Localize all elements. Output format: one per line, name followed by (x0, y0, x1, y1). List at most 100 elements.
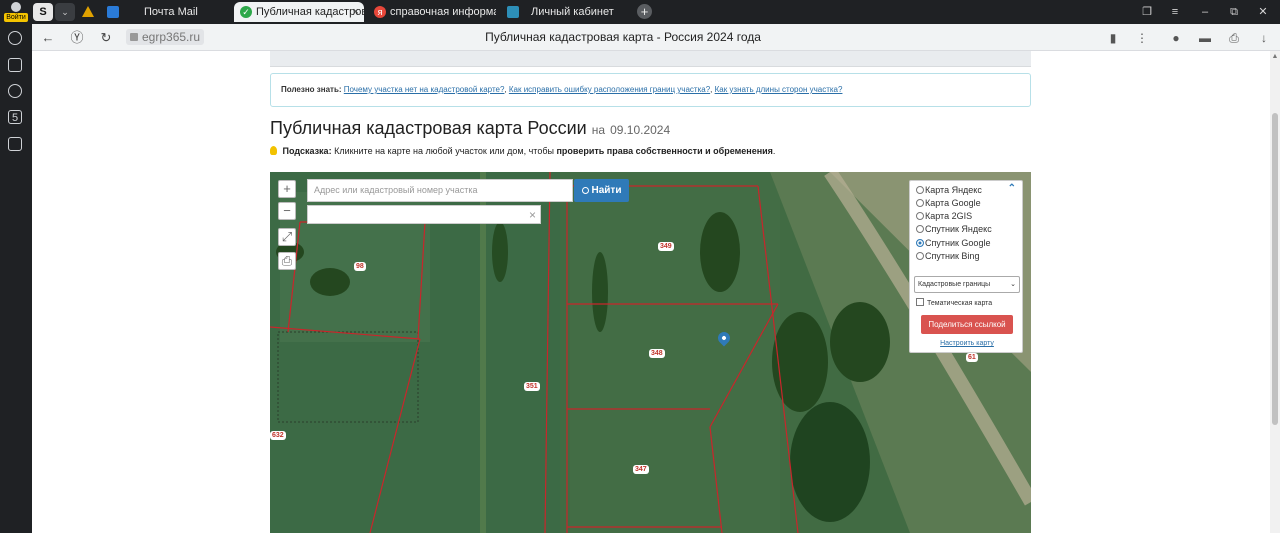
login-label: Войти (4, 13, 28, 22)
plot-label[interactable]: 61 (966, 353, 978, 362)
lightbulb-icon (270, 146, 277, 155)
layer-option[interactable]: Карта 2GIS (916, 210, 972, 223)
extension-icon[interactable]: ● (1168, 30, 1184, 46)
heading-title: Публичная кадастровая карта России (270, 118, 587, 138)
tabs-icon[interactable]: ❐ (1139, 4, 1155, 20)
notes-icon[interactable] (8, 58, 22, 72)
chevron-down-icon[interactable]: ⌄ (55, 3, 75, 21)
fullscreen-icon[interactable]: ⤢ (278, 228, 296, 246)
menu-icon[interactable]: ≡ (1167, 4, 1183, 20)
yandex-home-icon[interactable]: Ⓨ (69, 30, 85, 46)
browser-window: Войти S ⌄ Почта Mail ✓ Публичная кадастр… (0, 0, 1280, 533)
find-button[interactable]: Найти (574, 179, 629, 202)
restore-icon[interactable]: ⧉ (1226, 4, 1242, 20)
tab-reference[interactable]: я справочная информация (372, 2, 496, 22)
back-icon[interactable]: ← (40, 30, 56, 46)
share-link-button[interactable]: Поделиться ссылкой (921, 315, 1013, 334)
layer-option[interactable]: Карта Яндекс (916, 184, 982, 197)
page-title: Публичная кадастровая карта - Россия 202… (485, 30, 761, 44)
chevron-up-icon[interactable]: ⌃ (1008, 183, 1016, 194)
page-content: Полезно знать: Почему участка нет на кад… (32, 51, 1270, 533)
setup-map-link[interactable]: Настроить карту (910, 340, 1024, 347)
heading-date-prefix: на (591, 123, 606, 137)
browser-sidebar: 5 (0, 24, 32, 533)
radio-icon (916, 186, 924, 194)
layer-option[interactable]: Спутник Bing (916, 250, 979, 263)
address-bar: ← Ⓨ ↻ egrp365.ru Публичная кадастровая к… (32, 24, 1280, 51)
search-input[interactable]: Адрес или кадастровый номер участка (307, 179, 573, 202)
plot-label[interactable]: 347 (633, 465, 649, 474)
s-icon[interactable]: 5 (8, 110, 22, 124)
scrollbar[interactable]: ▲ (1270, 51, 1280, 533)
mail-icon[interactable] (107, 6, 119, 18)
tab-title: Почта Mail (144, 6, 198, 18)
secondary-search-input[interactable]: × (307, 205, 541, 224)
user-icon (11, 2, 21, 12)
more-icon[interactable]: ⋮ (1134, 30, 1150, 46)
radio-icon (916, 212, 924, 220)
lock-icon (130, 33, 138, 41)
thematic-toggle[interactable]: Тематическая карта (916, 298, 992, 309)
overlay-select[interactable]: Кадастровые границы ⌄ (914, 276, 1020, 293)
clear-icon[interactable]: × (529, 207, 536, 223)
checkbox-icon[interactable] (916, 298, 924, 306)
play-icon[interactable] (8, 84, 22, 98)
tab-strip: Войти S ⌄ Почта Mail ✓ Публичная кадастр… (0, 0, 1280, 24)
layer-option[interactable]: Карта Google (916, 197, 981, 210)
useful-label: Полезно знать: (281, 85, 342, 94)
plot-label[interactable]: 632 (270, 431, 286, 440)
yandex-icon: я (374, 6, 386, 18)
hint-label: Подсказка: (282, 146, 332, 156)
plot-label[interactable]: 351 (524, 382, 540, 391)
tab-title: Публичная кадастровая (256, 6, 364, 18)
bookmark-icon[interactable]: ▮ (1105, 30, 1121, 46)
layer-label: Спутник Яндекс (925, 224, 992, 234)
top-panel (270, 51, 1031, 67)
zoom-out-button[interactable]: − (278, 202, 296, 220)
thematic-label: Тематическая карта (927, 300, 993, 307)
heading-date: 09.10.2024 (610, 123, 671, 137)
cadastral-map[interactable]: + − ⤢ ⎙ Адрес или кадастровый номер учас… (270, 172, 1031, 533)
download-icon[interactable]: ↓ (1256, 30, 1272, 46)
reader-icon[interactable]: ⎙ (1226, 30, 1242, 46)
url-field[interactable]: egrp365.ru (126, 29, 205, 45)
new-tab-button[interactable]: + (637, 4, 652, 19)
layer-label: Спутник Google (925, 238, 991, 248)
chevron-down-icon: ⌄ (1010, 281, 1016, 288)
history-icon[interactable] (8, 31, 22, 45)
tab-cabinet[interactable]: Личный кабинет (505, 2, 625, 22)
layer-option[interactable]: Спутник Google (916, 237, 990, 250)
hint-bold: проверить права собственности и обремене… (556, 146, 773, 156)
link-why-missing[interactable]: Почему участка нет на кадастровой карте? (344, 85, 505, 94)
login-button[interactable]: Войти (4, 1, 28, 23)
scroll-up-icon[interactable]: ▲ (1271, 53, 1279, 61)
plot-label[interactable]: 348 (649, 349, 665, 358)
check-icon: ✓ (240, 6, 252, 18)
tab-title: справочная информация (390, 6, 496, 18)
close-tab-icon[interactable]: × (353, 2, 359, 22)
link-side-lengths[interactable]: Как узнать длины сторон участка? (715, 85, 843, 94)
vpn-icon[interactable]: ▬ (1197, 30, 1213, 46)
print-icon[interactable]: ⎙ (278, 252, 296, 270)
plot-label[interactable]: 98 (354, 262, 366, 271)
find-label: Найти (591, 185, 622, 196)
s-app-button[interactable]: S (33, 3, 53, 21)
plot-label[interactable]: 349 (658, 242, 674, 251)
tab-cadastral[interactable]: ✓ Публичная кадастровая × (234, 2, 364, 22)
link-fix-boundaries[interactable]: Как исправить ошибку расположения границ… (509, 85, 710, 94)
hint-text: Кликните на карте на любой участок или д… (334, 146, 554, 156)
site-icon (507, 6, 519, 18)
tab-mail[interactable]: Почта Mail (144, 2, 230, 22)
layer-option[interactable]: Спутник Яндекс (916, 223, 992, 236)
drive-icon[interactable] (82, 6, 94, 17)
layer-label: Спутник Bing (925, 251, 980, 261)
minimize-icon[interactable]: – (1197, 4, 1213, 20)
search-icon (581, 187, 589, 194)
reload-icon[interactable]: ↻ (98, 30, 114, 46)
zoom-in-button[interactable]: + (278, 180, 296, 198)
layers-panel: ⌃ Карта Яндекс Карта Google Карта 2GIS С… (909, 180, 1023, 353)
layer-label: Карта 2GIS (925, 211, 973, 221)
screenshot-icon[interactable] (8, 137, 22, 151)
scrollbar-thumb[interactable] (1272, 113, 1278, 425)
close-window-icon[interactable]: ✕ (1255, 4, 1271, 20)
